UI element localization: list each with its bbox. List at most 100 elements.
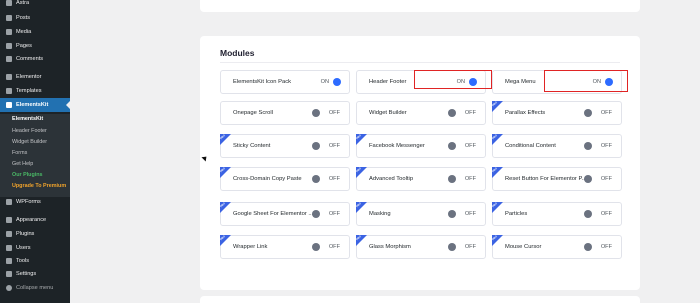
module-toggle[interactable]: ON: [314, 77, 341, 87]
sidebar-item-elementor[interactable]: Elementor: [0, 71, 70, 83]
toggle-state-label: OFF: [600, 110, 612, 116]
page-icon: [6, 43, 12, 49]
module-toggle[interactable]: OFF: [448, 141, 477, 151]
module-label: Parallax Effects: [505, 110, 546, 116]
module-label: Advanced Tooltip: [369, 176, 414, 182]
module-label: Sticky Content: [233, 143, 271, 149]
modules-title: Modules: [220, 48, 255, 58]
toggle-state-label: OFF: [328, 143, 340, 149]
module-card: Widget Builder OFF: [356, 101, 486, 125]
module-toggle[interactable]: OFF: [312, 141, 341, 151]
toggle-state-label: OFF: [328, 176, 340, 182]
module-toggle[interactable]: OFF: [312, 242, 341, 252]
module-toggle[interactable]: OFF: [584, 209, 613, 219]
sidebar-item-plugins[interactable]: Plugins: [0, 228, 70, 240]
module-toggle[interactable]: OFF: [312, 108, 341, 118]
admin-sidebar: Astra Posts Media Pages Comments Element…: [0, 0, 70, 303]
module-label: Masking: [369, 211, 391, 217]
comment-icon: [6, 56, 12, 62]
module-toggle[interactable]: OFF: [312, 174, 341, 184]
toggle-knob-icon: [448, 109, 456, 117]
sidebar-item-posts[interactable]: Posts: [0, 12, 70, 24]
sidebar-item-tools[interactable]: Tools: [0, 255, 70, 267]
toggle-state-label: OFF: [464, 110, 476, 116]
module-toggle[interactable]: OFF: [584, 141, 613, 151]
sidebar-item-comments[interactable]: Comments: [0, 53, 70, 65]
top-card: [200, 0, 640, 12]
sidebar-item-collapse[interactable]: Collapse menu: [0, 282, 70, 294]
module-label: ElementsKit Icon Pack: [233, 79, 291, 85]
module-card: PRO Google Sheet For Elementor ... OFF: [220, 202, 350, 226]
bottom-card: [200, 296, 640, 303]
module-toggle[interactable]: OFF: [312, 209, 341, 219]
module-card: PRO Cross-Domain Copy Paste OFF: [220, 167, 350, 191]
sidebar-item-wpforms[interactable]: WPForms: [0, 196, 70, 208]
module-toggle[interactable]: OFF: [448, 209, 477, 219]
submenu-item-our-plugins[interactable]: Our Plugins: [12, 172, 43, 178]
submenu-item-forms[interactable]: Forms: [12, 150, 27, 156]
sidebar-item-astra[interactable]: Astra: [0, 0, 70, 9]
sidebar-item-templates[interactable]: Templates: [0, 85, 70, 97]
media-icon: [6, 29, 12, 35]
module-label: Glass Morphism: [369, 244, 411, 250]
toggle-knob-icon: [312, 142, 320, 150]
toggle-knob-icon: [584, 210, 592, 218]
user-icon: [6, 245, 12, 251]
highlight-box-mega-menu: [544, 70, 628, 92]
toggle-knob-icon: [333, 78, 341, 86]
toggle-state-label: ON: [320, 79, 329, 85]
toggle-knob-icon: [448, 243, 456, 251]
toggle-state-label: OFF: [328, 244, 340, 250]
module-card: PRO Wrapper Link OFF: [220, 235, 350, 259]
toggle-state-label: OFF: [600, 143, 612, 149]
module-label: Widget Builder: [369, 110, 407, 116]
module-label: Reset Button For Elementor P...: [505, 176, 587, 182]
module-label: Mouse Cursor: [505, 244, 542, 250]
pin-icon: [6, 15, 12, 21]
module-card: PRO Parallax Effects OFF: [492, 101, 622, 125]
module-label: Onepage Scroll: [233, 110, 273, 116]
toggle-knob-icon: [584, 175, 592, 183]
toggle-knob-icon: [312, 210, 320, 218]
sidebar-item-elementskit[interactable]: ElementsKit: [0, 98, 70, 112]
sidebar-item-pages[interactable]: Pages: [0, 40, 70, 52]
submenu-item-get-help[interactable]: Get Help: [12, 161, 33, 167]
module-toggle[interactable]: OFF: [448, 108, 477, 118]
toggle-state-label: OFF: [464, 176, 476, 182]
submenu-item-upgrade[interactable]: Upgrade To Premium: [12, 183, 66, 189]
module-toggle[interactable]: OFF: [448, 174, 477, 184]
module-card: ElementsKit Icon Pack ON: [220, 70, 350, 94]
module-toggle[interactable]: OFF: [584, 174, 613, 184]
sidebar-item-appearance[interactable]: Appearance: [0, 214, 70, 226]
toggle-state-label: OFF: [600, 244, 612, 250]
highlight-box-header-footer: [414, 70, 492, 89]
module-label: Facebook Messenger: [369, 143, 425, 149]
module-card: PRO Masking OFF: [356, 202, 486, 226]
toggle-knob-icon: [448, 175, 456, 183]
brush-icon: [6, 217, 12, 223]
module-card: PRO Conditional Content OFF: [492, 134, 622, 158]
sidebar-item-users[interactable]: Users: [0, 242, 70, 254]
submenu-item-header-footer[interactable]: Header Footer: [12, 128, 47, 134]
module-card: PRO Glass Morphism OFF: [356, 235, 486, 259]
module-label: Particles: [505, 211, 528, 217]
submenu-item-elementskit[interactable]: ElementsKit: [12, 116, 43, 122]
module-label: Mega Menu: [505, 79, 536, 85]
module-label: Google Sheet For Elementor ...: [233, 211, 314, 217]
module-toggle[interactable]: OFF: [448, 242, 477, 252]
module-toggle[interactable]: OFF: [584, 242, 613, 252]
sidebar-item-settings[interactable]: Settings: [0, 268, 70, 280]
settings-icon: [6, 271, 12, 277]
module-card: PRO Facebook Messenger OFF: [356, 134, 486, 158]
submenu-item-widget-builder[interactable]: Widget Builder: [12, 139, 47, 145]
sidebar-item-media[interactable]: Media: [0, 26, 70, 38]
toggle-knob-icon: [448, 210, 456, 218]
toggle-knob-icon: [584, 142, 592, 150]
elementskit-submenu: ElementsKit Header Footer Widget Builder…: [0, 114, 70, 197]
module-toggle[interactable]: OFF: [584, 108, 613, 118]
toggle-state-label: OFF: [464, 143, 476, 149]
toggle-knob-icon: [448, 142, 456, 150]
toggle-state-label: OFF: [328, 110, 340, 116]
folder-icon: [6, 88, 12, 94]
module-card: Onepage Scroll OFF: [220, 101, 350, 125]
